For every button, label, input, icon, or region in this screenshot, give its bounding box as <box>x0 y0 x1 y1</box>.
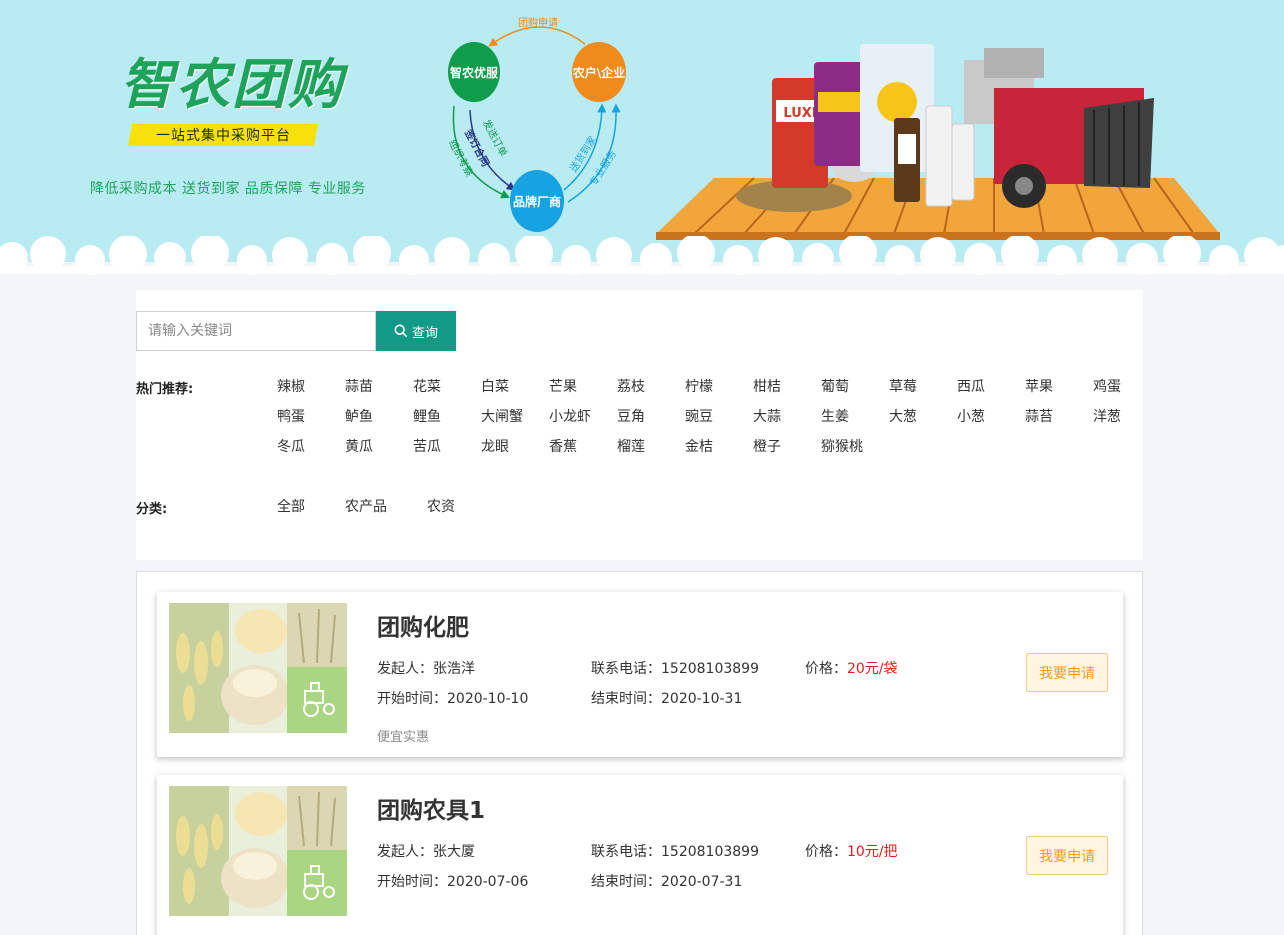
listing-thumbnail <box>169 603 347 733</box>
listing-title: 团购农具1 <box>377 798 486 824</box>
listing-start-date: 开始时间：2020-07-06 <box>377 874 529 890</box>
hot-tag[interactable]: 芒果 <box>549 376 577 396</box>
node-farmer: 农户\企业 <box>572 42 626 102</box>
hot-tag[interactable]: 生姜 <box>821 406 849 426</box>
apply-button[interactable]: 我要申请 <box>1026 653 1108 692</box>
listing-price: 20元/袋 <box>847 661 898 677</box>
logo-title: 智农团购 <box>120 53 344 116</box>
listing-thumbnail <box>169 786 347 916</box>
node-brand: 品牌厂商 <box>510 170 564 232</box>
hot-tag[interactable]: 金桔 <box>685 436 713 456</box>
hot-tag[interactable]: 香蕉 <box>549 436 577 456</box>
listing-price: 10元/把 <box>847 844 898 860</box>
search-input[interactable] <box>136 311 376 351</box>
products-illustration: LUXI <box>654 38 1224 242</box>
hot-tag[interactable]: 花菜 <box>413 376 441 396</box>
listing-card: 团购农具1 发起人：张大厦 联系电话：15208103899 价格：10元/把 … <box>157 775 1123 935</box>
hot-tag[interactable]: 草莓 <box>889 376 917 396</box>
hot-tag[interactable]: 葡萄 <box>821 376 849 396</box>
hot-tag[interactable]: 白菜 <box>481 376 509 396</box>
service-cycle-diagram: 团购申请 组织考察 签订合同 发送订单 送货到家 专业服务 智农优服 农户\企业… <box>440 10 640 240</box>
hot-tag[interactable]: 苹果 <box>1025 376 1053 396</box>
hot-label: 热门推荐: <box>136 382 194 397</box>
filter-panel: 查询 热门推荐: 辣椒 蒜苗 花菜 白菜 芒果 荔枝 柠檬 柑桔 葡萄 草莓 西瓜 苹果 鸡蛋鸭蛋 鲈鱼 鲤… <box>136 290 1143 560</box>
hot-tag[interactable]: 小龙虾 <box>549 406 591 426</box>
apply-button[interactable]: 我要申请 <box>1026 836 1108 875</box>
search-icon <box>394 324 408 338</box>
logo-slogan: 一站式集中采购平台 <box>128 124 318 146</box>
hot-tag[interactable]: 大闸蟹 <box>481 406 523 426</box>
category-option[interactable]: 农产品 <box>345 496 387 516</box>
hot-tag[interactable]: 豌豆 <box>685 406 713 426</box>
listing-end-date: 结束时间：2020-07-31 <box>591 874 743 890</box>
hot-tag[interactable]: 辣椒 <box>277 376 305 396</box>
listing-description: 便宜实惠 <box>377 730 430 745</box>
listing-initiator: 发起人：张大厦 <box>377 844 475 860</box>
bag-brand-text: LUXI <box>783 106 816 121</box>
farm-products-image: LUXI <box>656 44 1220 240</box>
listing-title: 团购化肥 <box>377 615 469 641</box>
hot-tag[interactable]: 西瓜 <box>957 376 985 396</box>
listing-initiator: 发起人：张浩洋 <box>377 661 475 677</box>
hot-tag[interactable]: 荔枝 <box>617 376 645 396</box>
hot-tag[interactable]: 鸡蛋 <box>1093 376 1121 396</box>
hot-tag[interactable]: 柠檬 <box>685 376 713 396</box>
category-option[interactable]: 全部 <box>277 496 305 516</box>
listing-price-row: 价格：20元/袋 <box>805 658 898 678</box>
hot-tag[interactable]: 鲈鱼 <box>345 406 373 426</box>
listing-card: 团购化肥 发起人：张浩洋 联系电话：15208103899 价格：20元/袋 开… <box>157 592 1123 757</box>
listing-panel: 团购化肥 发起人：张浩洋 联系电话：15208103899 价格：20元/袋 开… <box>136 571 1143 935</box>
hot-tag[interactable]: 大蒜 <box>753 406 781 426</box>
cloud-border <box>0 236 1284 282</box>
listing-end-date: 结束时间：2020-10-31 <box>591 691 743 707</box>
hot-tag[interactable]: 猕猴桃 <box>821 436 863 456</box>
hot-tag[interactable]: 鸭蛋 <box>277 406 305 426</box>
listing-phone: 联系电话：15208103899 <box>591 661 759 677</box>
hot-tag[interactable]: 柑桔 <box>753 376 781 396</box>
hot-tag[interactable]: 鲤鱼 <box>413 406 441 426</box>
listing-price-row: 价格：10元/把 <box>805 841 898 861</box>
listing-start-date: 开始时间：2020-10-10 <box>377 691 529 707</box>
category-label: 分类: <box>136 502 168 517</box>
listing-price-label: 价格： <box>805 661 847 677</box>
hot-tag[interactable]: 龙眼 <box>481 436 509 456</box>
hot-tag[interactable]: 小葱 <box>957 406 985 426</box>
banner: 智农团购 一站式集中采购平台 降低采购成本 送货到家 品质保障 专业服务 团购申… <box>0 0 1284 282</box>
hot-tag[interactable]: 橙子 <box>753 436 781 456</box>
node-zhinong: 智农优服 <box>448 42 500 102</box>
listing-price-label: 价格： <box>805 844 847 860</box>
listing-phone: 联系电话：15208103899 <box>591 844 759 860</box>
hot-tag[interactable]: 苦瓜 <box>413 436 441 456</box>
hot-tag[interactable]: 榴莲 <box>617 436 645 456</box>
hot-tag[interactable]: 黄瓜 <box>345 436 373 456</box>
cycle-label-apply: 团购申请 <box>518 18 558 29</box>
hot-tag[interactable]: 豆角 <box>617 406 645 426</box>
search-button[interactable]: 查询 <box>376 311 456 351</box>
hot-tag[interactable]: 蒜苗 <box>345 376 373 396</box>
hot-tag[interactable]: 蒜苔 <box>1025 406 1053 426</box>
hot-tag[interactable]: 大葱 <box>889 406 917 426</box>
hot-tag[interactable]: 冬瓜 <box>277 436 305 456</box>
category-option[interactable]: 农资 <box>427 496 455 516</box>
hot-tag[interactable]: 洋葱 <box>1093 406 1121 426</box>
search-button-label: 查询 <box>411 325 438 341</box>
logo-features: 降低采购成本 送货到家 品质保障 专业服务 <box>90 181 366 197</box>
